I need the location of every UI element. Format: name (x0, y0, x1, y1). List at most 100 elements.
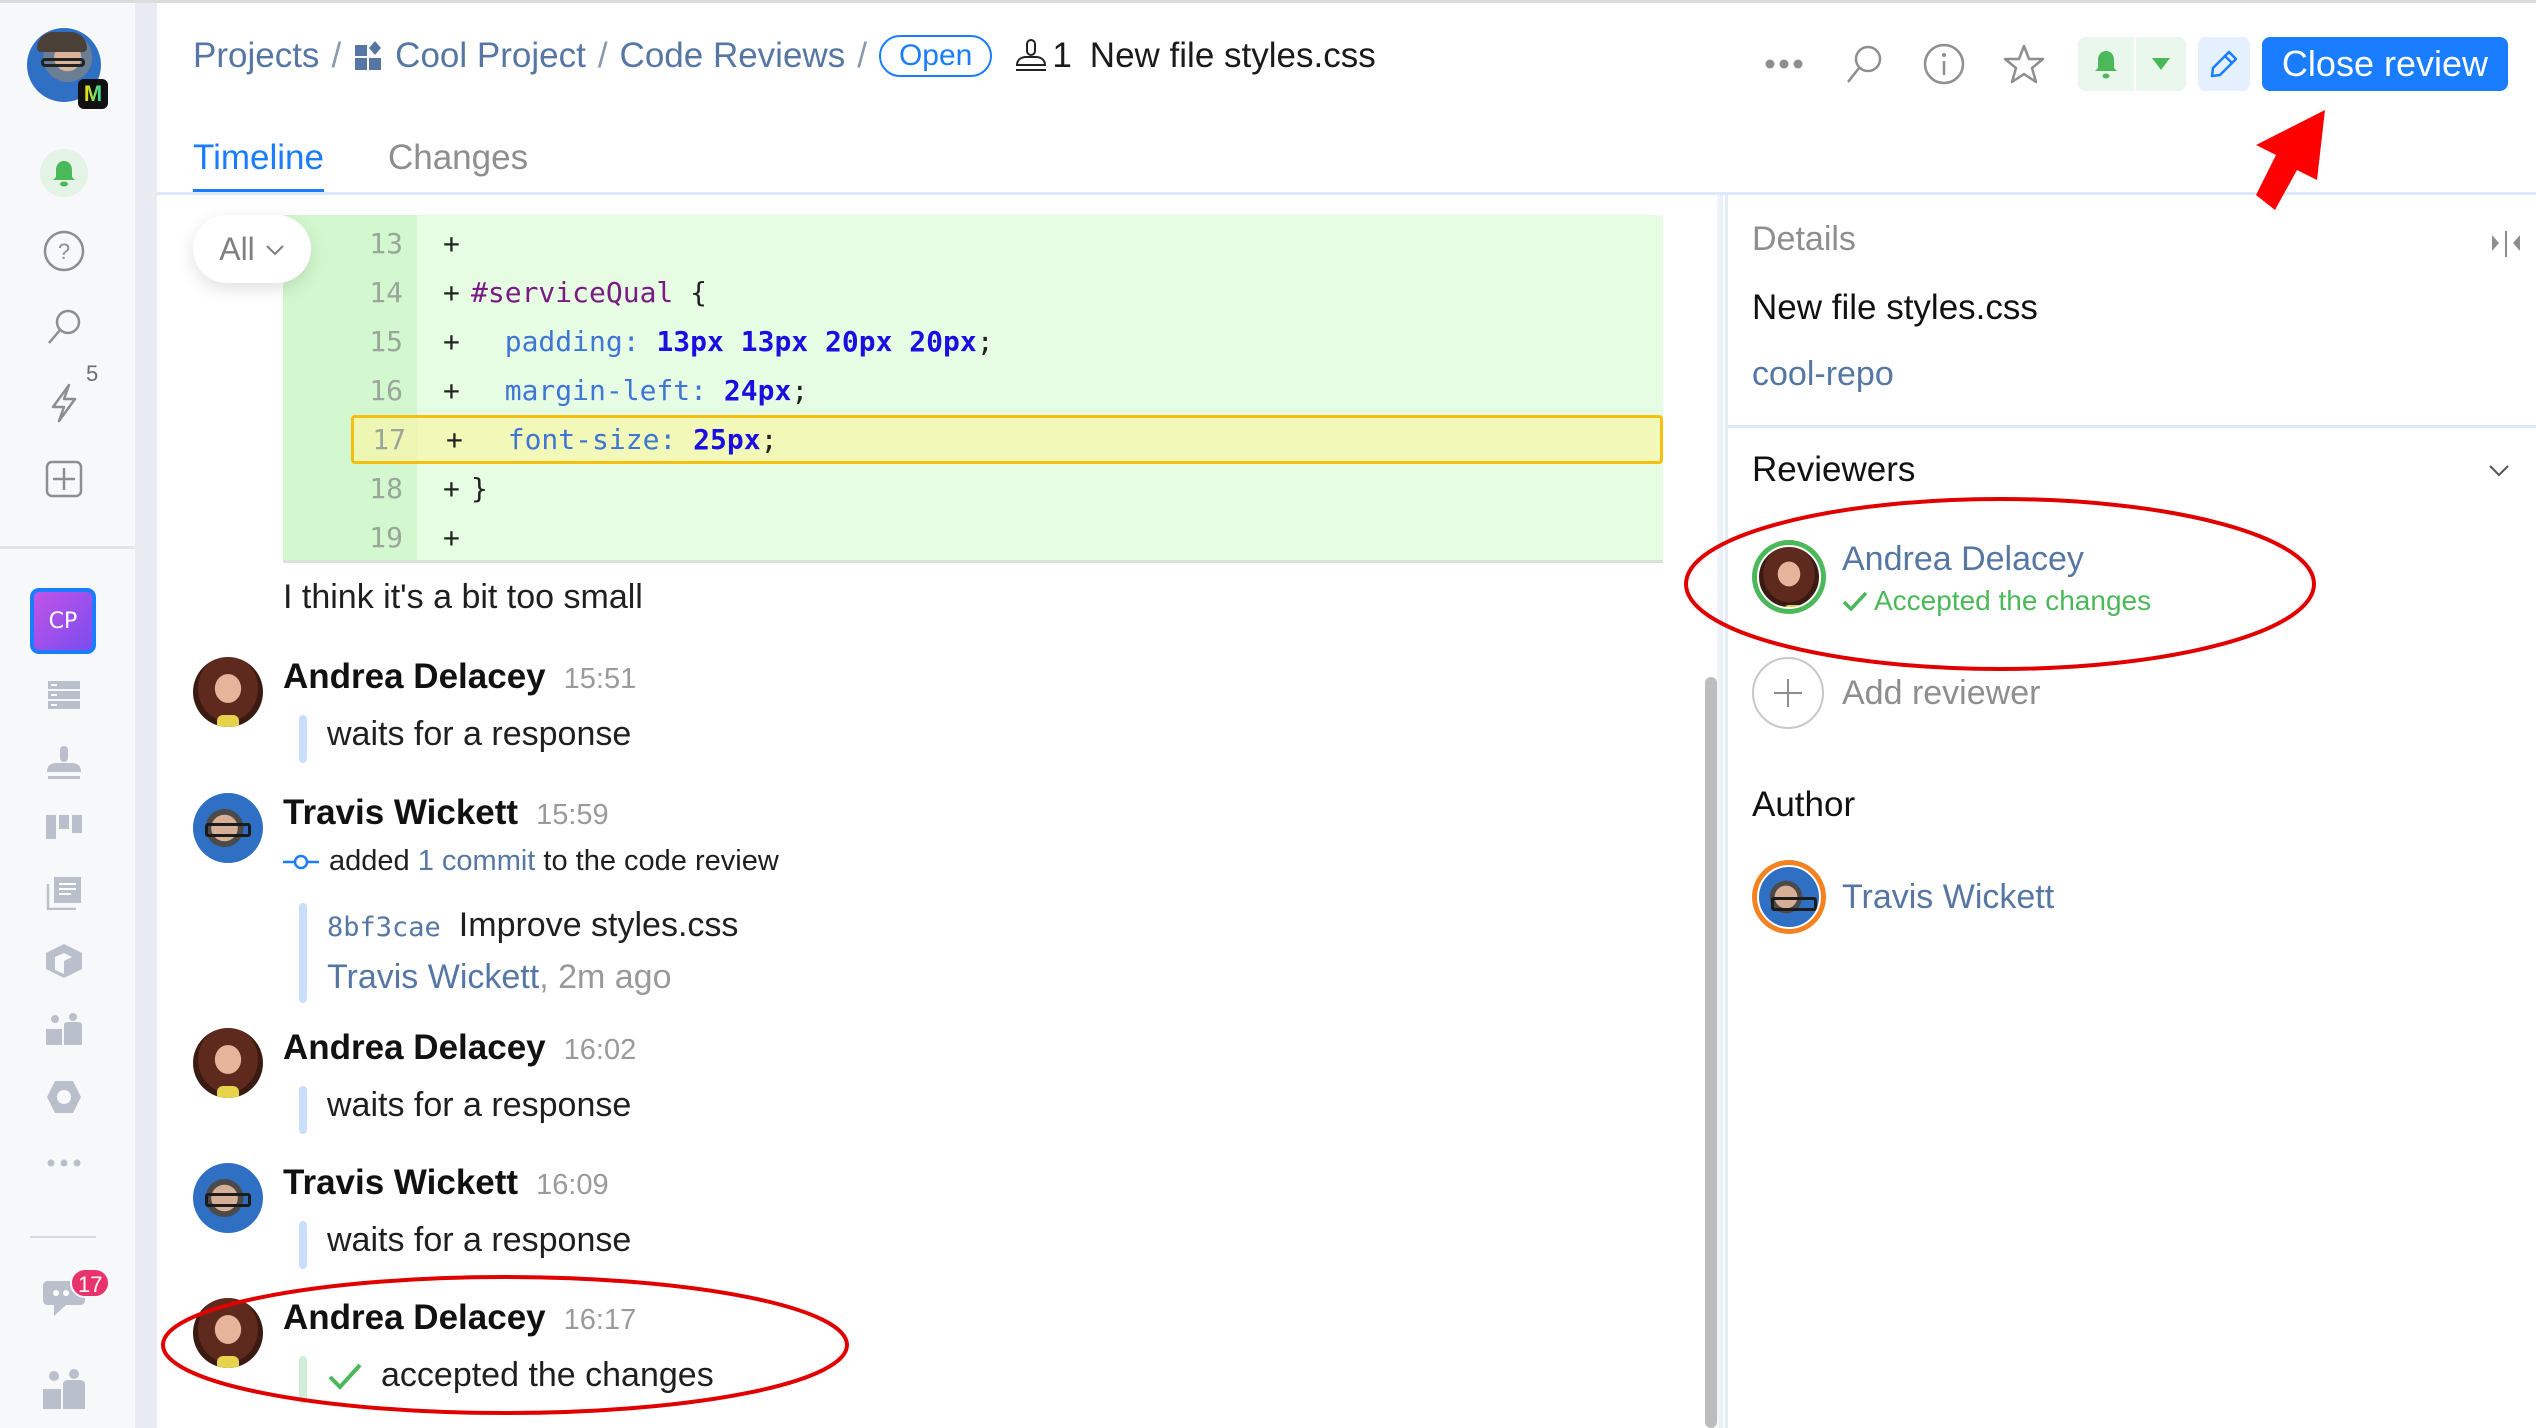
repository-link[interactable]: cool-repo (1752, 355, 1894, 394)
header-toolbar: Close review (1732, 36, 2508, 92)
quote-bar (299, 715, 307, 763)
info-button[interactable] (1916, 36, 1972, 92)
code-line[interactable]: 19 + (283, 513, 1663, 562)
avatar-andrea-delacey[interactable] (193, 1028, 263, 1098)
review-comment-text: I think it's a bit too small (283, 578, 643, 616)
avatar-andrea-delacey[interactable] (193, 1298, 263, 1368)
add-reviewer-label: Add reviewer (1842, 673, 2041, 712)
breadcrumb: Projects / Cool Project / Code Reviews /… (193, 34, 1376, 78)
event-time: 16:02 (563, 1034, 637, 1066)
edit-button[interactable] (2197, 37, 2250, 91)
subscribe-button[interactable] (2078, 37, 2134, 91)
action-prefix: added (329, 845, 410, 877)
event-author[interactable]: Andrea Delacey (283, 1298, 546, 1338)
commit-hash-link[interactable]: 8bf3cae (327, 912, 441, 943)
star-icon (2003, 44, 2045, 84)
app-window: M ? 5 CP 17 Projects / Cool Project / Co… (0, 0, 2536, 1428)
search-icon (1846, 45, 1882, 83)
tab-changes[interactable]: Changes (388, 138, 528, 190)
settings-hexagon-icon[interactable] (40, 1073, 88, 1121)
notifications-bell-icon[interactable] (40, 149, 88, 197)
packages-icon[interactable] (40, 937, 88, 985)
search-button[interactable] (1836, 36, 1892, 92)
line-number: 18 (369, 472, 403, 505)
reviewer-item[interactable]: Andrea Delacey Accepted the changes (1752, 540, 2151, 617)
code-line[interactable]: 14 + #serviceQual { (283, 268, 1663, 317)
event-time: 16:17 (563, 1304, 637, 1336)
team-icon[interactable] (40, 1005, 88, 1053)
code-content: } (471, 472, 488, 505)
diff-added-marker: + (443, 276, 460, 309)
chevron-down-icon[interactable] (2486, 457, 2512, 483)
avatar-travis-wickett[interactable] (193, 793, 263, 863)
code-content: #serviceQual { (471, 276, 708, 309)
event-time: 16:09 (536, 1169, 609, 1201)
search-icon[interactable] (40, 303, 88, 351)
collapse-panel-icon (2492, 231, 2520, 257)
collapse-panel-button[interactable] (2486, 225, 2526, 261)
event-author[interactable]: Travis Wickett (283, 793, 518, 833)
event-author[interactable]: Travis Wickett (283, 1163, 518, 1203)
breadcrumb-code-reviews[interactable]: Code Reviews (620, 36, 846, 76)
action-suffix: to the code review (543, 845, 779, 877)
commit-meta: Travis Wickett, 2m ago (327, 958, 672, 997)
timeline-filter-dropdown[interactable]: All (193, 215, 311, 283)
breadcrumb-separator: / (331, 36, 342, 75)
commit-icon (283, 854, 319, 869)
avatar-andrea-delacey[interactable] (193, 657, 263, 727)
more-actions-button[interactable] (1756, 36, 1812, 92)
reviewer-name[interactable]: Andrea Delacey (1842, 540, 2151, 579)
documents-icon[interactable] (40, 869, 88, 917)
author-name[interactable]: Travis Wickett (1842, 878, 2054, 917)
avatar-travis-wickett[interactable] (193, 1163, 263, 1233)
code-line[interactable]: 16 + margin-left: 24px; (283, 366, 1663, 415)
author-item[interactable]: Travis Wickett (1752, 860, 2054, 934)
event-author[interactable]: Andrea Delacey (283, 657, 546, 697)
commits-link[interactable]: 1 commit (418, 845, 536, 878)
subscription-button-group (2077, 37, 2186, 91)
caret-down-icon (2151, 58, 2170, 70)
boards-icon[interactable] (40, 803, 88, 851)
repositories-icon[interactable] (40, 671, 88, 719)
add-new-icon[interactable] (40, 455, 88, 503)
reviewer-status-text: Accepted the changes (1874, 585, 2152, 616)
event-author[interactable]: Andrea Delacey (283, 1028, 546, 1068)
breadcrumb-projects[interactable]: Projects (193, 36, 319, 76)
checkmark-icon (328, 1363, 362, 1390)
line-number: 15 (369, 325, 403, 358)
event-text-row: accepted the changes (327, 1356, 714, 1395)
code-reviews-stamp-icon[interactable] (40, 739, 88, 787)
event-text: waits for a response (327, 715, 632, 753)
commit-time: 2m ago (558, 958, 672, 996)
line-number: 19 (369, 521, 403, 554)
more-icon[interactable] (40, 1139, 88, 1187)
review-title: New file styles.css (1089, 36, 1376, 75)
add-reviewer-button[interactable]: Add reviewer (1752, 657, 2040, 729)
code-line[interactable]: 18 +} (283, 464, 1663, 513)
close-review-button[interactable]: Close review (2261, 37, 2508, 91)
lightning-icon[interactable] (40, 379, 88, 427)
details-heading: Details (1752, 220, 1856, 258)
tab-timeline[interactable]: Timeline (193, 138, 324, 193)
help-icon[interactable]: ? (40, 227, 88, 275)
chevron-down-icon (265, 236, 285, 262)
members-icon[interactable] (40, 1365, 88, 1413)
breadcrumb-cool-project[interactable]: Cool Project (395, 36, 586, 76)
project-tile-cool-project[interactable]: CP (30, 588, 96, 654)
commit-line: 8bf3cae Improve styles.css (327, 906, 738, 945)
commit-author-link[interactable]: Travis Wickett (327, 958, 539, 996)
commit-meta-separator: , (539, 958, 559, 996)
code-content: font-size: 25px; (474, 423, 778, 456)
subscription-dropdown-button[interactable] (2133, 37, 2186, 91)
left-sidebar: M ? 5 CP 17 (0, 3, 135, 1428)
details-divider (1728, 425, 2536, 428)
code-line[interactable]: 15 + padding: 13px 13px 20px 20px; (283, 317, 1663, 366)
code-line-highlighted[interactable]: 17 + font-size: 25px; (351, 415, 1663, 464)
line-number: 17 (372, 423, 406, 456)
info-icon (1923, 43, 1965, 85)
favorite-button[interactable] (1996, 36, 2052, 92)
lightning-count: 5 (86, 361, 99, 386)
panel-edge (1717, 195, 1723, 1428)
timeline-scrollbar[interactable] (1705, 677, 1717, 1428)
code-line[interactable]: 13 + (283, 219, 1663, 268)
